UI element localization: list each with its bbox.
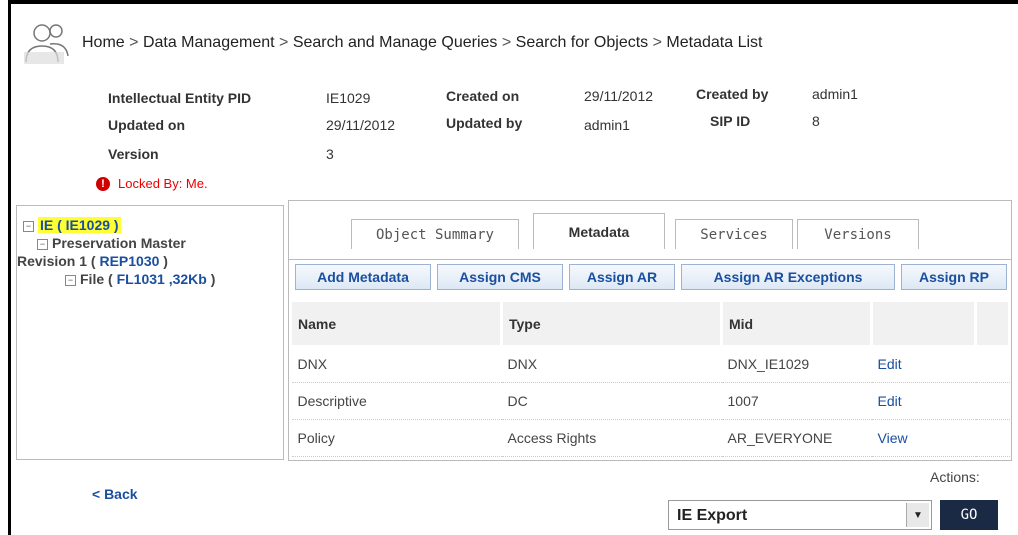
assign-rp-button[interactable]: Assign RP <box>901 264 1007 290</box>
cell-type: Access Rights <box>501 419 722 457</box>
updated-on-label: Updated on <box>108 117 185 133</box>
cell-name: Policy <box>291 419 502 457</box>
edit-link[interactable]: Edit <box>871 382 976 420</box>
rep-id-link[interactable]: REP1030 <box>99 253 159 269</box>
cell-name: Descriptive <box>291 382 502 420</box>
breadcrumb-current: Metadata List <box>666 34 763 51</box>
dropdown-arrow-icon[interactable]: ▼ <box>906 503 929 527</box>
column-header-name[interactable]: Name <box>291 301 503 346</box>
object-tree: − IE ( IE1029 ) − Preservation Master Revi… <box>17 216 215 288</box>
breadcrumb-data-management[interactable]: Data Management <box>143 34 275 51</box>
collapse-icon[interactable]: − <box>37 239 48 250</box>
created-by-label: Created by <box>696 86 769 102</box>
collapse-icon[interactable]: − <box>65 275 76 286</box>
cell-mid: 1007 <box>721 382 872 420</box>
column-header-action <box>871 301 977 346</box>
version-label: Version <box>108 146 159 162</box>
created-on-value: 29/11/2012 <box>584 88 654 104</box>
updated-on-value: 29/11/2012 <box>326 117 396 133</box>
actions-select-value: IE Export <box>677 507 748 524</box>
metadata-table: Name Type Mid DNX DNX DNX_IE1029 Edit De… <box>291 301 1011 457</box>
tab-object-summary[interactable]: Object Summary <box>351 219 519 249</box>
cell-mid: AR_EVERYONE <box>721 419 872 457</box>
tab-metadata[interactable]: Metadata <box>533 213 665 249</box>
tab-divider <box>289 259 1011 260</box>
column-header-extra <box>975 301 1011 346</box>
users-logo-icon <box>24 24 69 64</box>
cell-type: DNX <box>501 345 722 383</box>
object-tree-panel: − IE ( IE1029 ) − Preservation Master Revi… <box>16 205 284 460</box>
cell-type: DC <box>501 382 722 420</box>
alert-icon: ! <box>96 176 110 191</box>
view-link[interactable]: View <box>871 419 976 457</box>
tab-bar: Object Summary Metadata Services Version… <box>289 213 1011 249</box>
cell-empty <box>975 382 1010 420</box>
sip-id-value: 8 <box>812 113 820 129</box>
table-row: Policy Access Rights AR_EVERYONE View <box>291 419 1010 457</box>
table-row: DNX DNX DNX_IE1029 Edit <box>291 345 1010 383</box>
tree-node-ie[interactable]: − IE ( IE1029 ) <box>23 216 215 234</box>
collapse-icon[interactable]: − <box>23 221 34 232</box>
column-header-mid[interactable]: Mid <box>721 301 873 346</box>
back-link[interactable]: < Back <box>92 486 138 502</box>
window-border-left <box>8 0 11 535</box>
locked-text: Locked By: Me. <box>118 176 208 191</box>
breadcrumb: Home > Data Management > Search and Mana… <box>82 34 763 51</box>
assign-cms-button[interactable]: Assign CMS <box>437 264 563 290</box>
assign-ar-button[interactable]: Assign AR <box>569 264 675 290</box>
pid-value: IE1029 <box>326 90 371 106</box>
go-button[interactable]: GO <box>940 500 998 530</box>
add-metadata-button[interactable]: Add Metadata <box>295 264 431 290</box>
cell-mid: DNX_IE1029 <box>721 345 872 383</box>
created-on-label: Created on <box>446 88 520 104</box>
breadcrumb-search-manage-queries[interactable]: Search and Manage Queries <box>293 34 498 51</box>
cell-empty <box>975 345 1010 383</box>
tree-node-representation[interactable]: − Preservation Master <box>23 234 215 252</box>
tab-versions[interactable]: Versions <box>797 219 919 249</box>
pid-label: Intellectual Entity PID <box>108 90 252 106</box>
tab-services[interactable]: Services <box>675 219 793 249</box>
cell-name: DNX <box>291 345 502 383</box>
created-by-value: admin1 <box>812 86 858 102</box>
column-header-type[interactable]: Type <box>501 301 723 346</box>
table-row: Descriptive DC 1007 Edit <box>291 382 1010 420</box>
assign-ar-exceptions-button[interactable]: Assign AR Exceptions <box>681 264 895 290</box>
table-header-row: Name Type Mid <box>291 301 1011 346</box>
breadcrumb-home[interactable]: Home <box>82 34 125 51</box>
actions-select[interactable]: IE Export ▼ <box>668 500 932 530</box>
tree-node-file[interactable]: − File ( FL1031 ,32Kb ) <box>23 270 215 288</box>
file-id-link[interactable]: FL1031 ,32Kb <box>117 271 207 287</box>
actions-label: Actions: <box>930 469 980 485</box>
edit-link[interactable]: Edit <box>871 345 976 383</box>
breadcrumb-search-objects[interactable]: Search for Objects <box>516 34 649 51</box>
metadata-panel: Object Summary Metadata Services Version… <box>288 200 1012 461</box>
updated-by-label: Updated by <box>446 115 523 131</box>
version-value: 3 <box>326 146 334 162</box>
cell-empty <box>975 419 1010 457</box>
tree-node-representation-line2[interactable]: Revision 1 ( REP1030 ) <box>17 252 215 270</box>
updated-by-value: admin1 <box>584 117 630 133</box>
locked-status: ! Locked By: Me. <box>96 176 208 191</box>
window-border-top <box>8 0 1018 4</box>
sip-id-label: SIP ID <box>710 113 751 129</box>
